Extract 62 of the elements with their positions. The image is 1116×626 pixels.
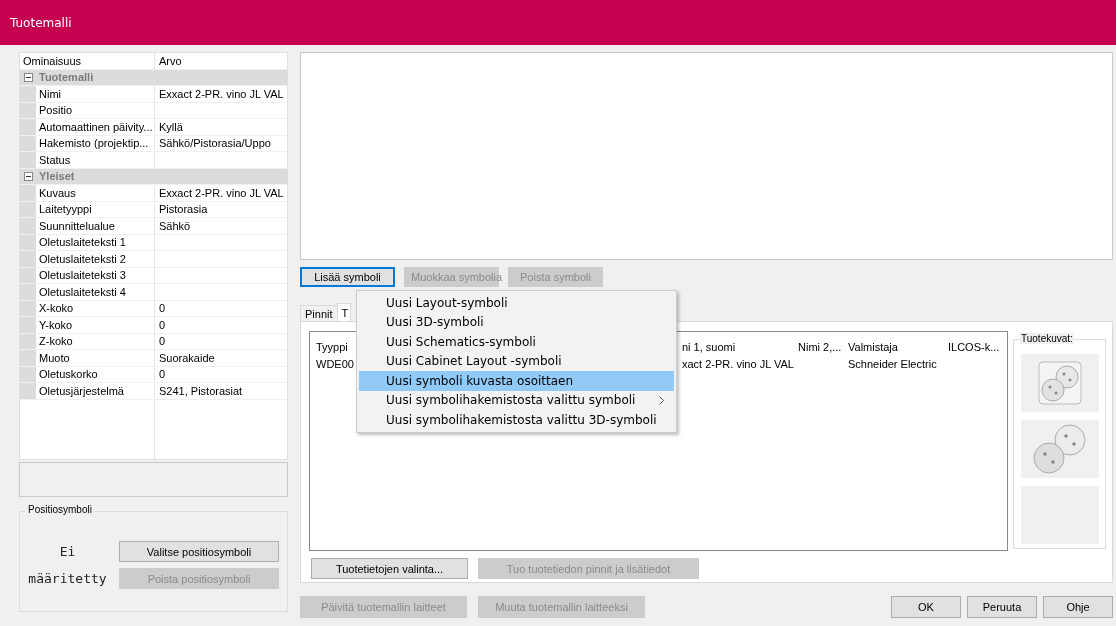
property-name: Muoto — [36, 350, 155, 366]
button[interactable]: Valitse positiosymboli — [119, 541, 279, 562]
button[interactable]: Tuotetietojen valinta... — [311, 558, 468, 579]
property-name: Laitetyyppi — [36, 201, 155, 217]
column-header[interactable]: Nimi 2,... — [795, 340, 845, 353]
button[interactable]: Lisää symboli — [300, 267, 395, 287]
column-header: Ominaisuus — [20, 53, 155, 69]
menu-item[interactable]: Uusi Schematics-symboli — [359, 332, 674, 352]
property-value: Exxact 2-PR. vino JL VAL — [159, 87, 284, 100]
table-cell: WDE00 — [316, 357, 354, 370]
property-name: X-koko — [36, 300, 155, 316]
property-value: S241, Pistorasiat — [159, 384, 243, 397]
menu-item[interactable]: Uusi Layout-symboli — [359, 293, 674, 313]
group-header: Yleiset — [39, 170, 75, 183]
menu-item[interactable]: Uusi symboli kuvasta osoittaen — [359, 371, 674, 391]
property-name: Status — [36, 152, 155, 168]
window-title: Tuotemalli — [10, 15, 72, 30]
tab[interactable]: Pinnit — [300, 305, 338, 321]
menu-item[interactable]: Uusi symbolihakemistosta valittu 3D-symboli — [359, 410, 674, 430]
property-value: 0 — [159, 335, 166, 348]
property-value: Kyllä — [159, 120, 183, 133]
group-title: Positiosymboli — [26, 504, 94, 515]
property-value: 0 — [159, 368, 166, 381]
column-header[interactable]: ILCOS-k... — [945, 340, 1007, 353]
column-header[interactable]: Valmistaja — [845, 340, 945, 353]
property-value: Exxact 2-PR. vino JL VAL — [159, 186, 284, 199]
button[interactable]: Peruuta — [967, 596, 1037, 618]
group-header: Tuotemalli — [39, 71, 94, 84]
menu-item[interactable]: Uusi 3D-symboli — [359, 312, 674, 332]
property-name: Oletuslaiteteksti 2 — [36, 251, 155, 267]
property-name: Oletuskorko — [36, 366, 155, 382]
property-name: Y-koko — [36, 317, 155, 333]
property-value: Suorakaide — [159, 351, 215, 364]
property-value: 0 — [159, 318, 166, 331]
property-name: Suunnittelualue — [36, 218, 155, 234]
property-name: Automaattinen päivity... — [36, 119, 155, 135]
property-value: Sähkö/Pistorasia/Uppo — [159, 137, 271, 150]
collapse-icon[interactable] — [24, 72, 33, 82]
socket-outlet-photo[interactable] — [1020, 420, 1099, 478]
property-value: 0 — [159, 302, 166, 315]
property-name: Z-koko — [36, 333, 155, 349]
socket-outlet-photo[interactable] — [1020, 354, 1099, 412]
column-header[interactable]: ni 1, suomi — [679, 340, 795, 353]
collapse-icon[interactable] — [24, 171, 33, 181]
button[interactable]: OK — [891, 596, 961, 618]
button[interactable]: Ohje — [1043, 596, 1113, 618]
property-name: Oletuslaiteteksti 1 — [36, 234, 155, 250]
property-name: Nimi — [36, 86, 155, 102]
table-cell: xact 2-PR. vino JL VAL — [682, 357, 794, 370]
table-cell: Schneider Electric — [848, 357, 937, 370]
menu-item[interactable]: Uusi symbolihakemistosta valittu symboli — [359, 390, 674, 410]
property-name: Oletuslaiteteksti 4 — [36, 284, 155, 300]
property-name: Kuvaus — [36, 185, 155, 201]
status-text: Ei määritetty — [27, 543, 108, 588]
property-name: Oletuslaiteteksti 3 — [36, 267, 155, 283]
property-name: Positio — [36, 102, 155, 118]
property-value: Sähkö — [159, 219, 191, 232]
property-name: Oletusjärjestelmä — [36, 383, 155, 399]
group-title: Tuotekuvat: — [1020, 333, 1074, 344]
menu-item[interactable]: Uusi Cabinet Layout -symboli — [359, 351, 674, 371]
property-value: Pistorasia — [159, 203, 208, 216]
property-name: Hakemisto (projektip... — [36, 135, 155, 151]
